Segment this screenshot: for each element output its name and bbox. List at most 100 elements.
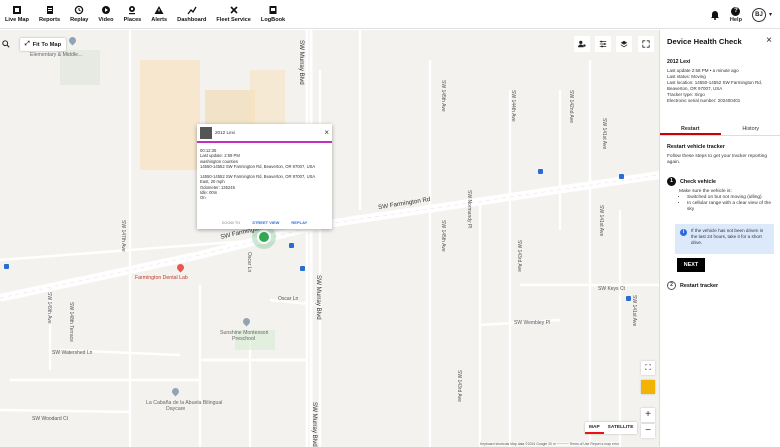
nav-dashboard[interactable]: Dashboard [172, 0, 211, 29]
zoom-out-button[interactable]: − [641, 424, 655, 438]
popup-line: 14550-14552 SW Farmington Rd, Beaverton,… [200, 163, 316, 169]
street-label: SW Murray Blvd [311, 402, 318, 447]
next-button[interactable]: NEXT [677, 258, 705, 272]
live-map-icon [12, 5, 22, 15]
info-notice: i If the vehicle has not been driven in … [675, 224, 774, 254]
nav-replay[interactable]: Replay [65, 0, 93, 29]
street-label: SW Wembley Pl [514, 320, 551, 326]
bus-stop-icon[interactable] [538, 169, 543, 174]
layers-button[interactable] [616, 36, 632, 52]
tab-restart[interactable]: Restart [660, 122, 721, 135]
street-label: Oscar Ln [246, 252, 252, 273]
map-attribution: Keyboard shortcuts Map data ©2024 Google… [480, 442, 620, 446]
nav-fleet-service[interactable]: Fleet Service [211, 0, 256, 29]
fit-icon: ⤢ [25, 41, 30, 47]
search-icon[interactable] [2, 40, 10, 48]
tab-history[interactable]: History [721, 122, 780, 135]
nav-live-map[interactable]: Live Map [0, 0, 34, 29]
bus-stop-icon[interactable] [289, 243, 294, 248]
fullscreen-button[interactable] [638, 36, 654, 52]
help-button[interactable]: ? Help [730, 6, 742, 23]
step-bullet: In cellular range with a clear view of t… [687, 201, 777, 213]
street-label: SW 149th Ave [46, 292, 52, 324]
street-label: SW 145th Ave [440, 80, 446, 112]
map-type-satellite[interactable]: SATELLITE [604, 422, 638, 434]
step-title: Check vehicle [680, 178, 716, 185]
bus-stop-icon[interactable] [4, 264, 9, 269]
pegman-icon[interactable] [641, 380, 655, 394]
nav-label: Video [98, 17, 114, 23]
street-view-button[interactable]: STREET VIEW [252, 220, 279, 225]
fleet-service-icon [229, 5, 239, 15]
fit-to-map-button[interactable]: ⤢ Fit To Map [20, 38, 67, 51]
reports-icon [45, 5, 55, 15]
avatar[interactable]: BJ [751, 7, 766, 22]
filter-button[interactable] [595, 36, 611, 52]
serial-number: Electronic serial number: 202400401 [667, 98, 741, 103]
sliders-icon [599, 40, 607, 48]
street-label: SW Woodard Ct [32, 416, 69, 422]
step-restart-tracker: 2 Restart tracker [667, 281, 718, 290]
street-label: SW Normandy Pl [466, 190, 472, 229]
places-icon [127, 5, 137, 15]
panel-title: Device Health Check [667, 37, 742, 46]
top-nav: Live Map Reports Replay Video Places Ale… [0, 0, 780, 29]
driver-toggle-button[interactable] [574, 36, 590, 52]
chevron-down-icon[interactable]: ▾ [769, 11, 772, 18]
popup-header: 2012 Lexi × [197, 124, 332, 143]
expand-icon [642, 40, 650, 48]
poi-label: Daycare [166, 406, 186, 412]
vehicle-info: Last update 2:58 PM • a minute ago Last … [667, 68, 775, 104]
poi-label: Farmington Dental Lab [135, 275, 188, 281]
step-number: 2 [667, 281, 676, 290]
street-label: SW 148th Terrace [68, 302, 74, 342]
step-check-vehicle: 1 Check vehicle [667, 177, 716, 186]
street-label: SW 142nd Ave [568, 90, 574, 123]
logbook-icon [268, 5, 278, 15]
video-icon [101, 5, 111, 15]
nav-label: Fleet Service [216, 17, 251, 23]
zoom-to-button[interactable]: ZOOM TO [222, 220, 241, 225]
street-label: SW 147th Ave [120, 220, 126, 252]
close-icon[interactable]: × [324, 128, 329, 137]
replay-button[interactable]: REPLAY [291, 220, 307, 225]
street-label: SW Keys Ct [598, 286, 625, 292]
nav-label: Alerts [151, 17, 168, 23]
nav-alerts[interactable]: Alerts [146, 0, 172, 29]
map-type-map[interactable]: MAP [585, 422, 604, 434]
street-label: SW Murray Blvd [298, 40, 305, 85]
vehicle-marker[interactable] [257, 230, 271, 244]
restart-heading: Restart vehicle tracker [667, 144, 725, 150]
top-right-actions: ? Help BJ ▾ [710, 0, 772, 29]
map-area[interactable]: SW Murray Blvd SW Farmington Rd SW Farmi… [0, 30, 659, 447]
bus-stop-icon[interactable] [300, 266, 305, 271]
map-type-toggle: MAP SATELLITE [585, 422, 638, 434]
info-icon: i [680, 229, 687, 236]
popup-line: On [200, 195, 206, 201]
nav-places[interactable]: Places [119, 0, 147, 29]
layers-icon [620, 40, 628, 48]
panel-tabs: Restart History [660, 122, 780, 136]
street-label: SW 141st Ave [598, 205, 604, 237]
nav-reports[interactable]: Reports [34, 0, 65, 29]
nav-video[interactable]: Video [93, 0, 118, 29]
step-instructions: Make sure the vehicle is: Switched on bu… [679, 189, 777, 213]
bus-stop-icon[interactable] [619, 174, 624, 179]
street-label: SW 141st Ave [601, 118, 607, 150]
nav-logbook[interactable]: LogBook [256, 0, 290, 29]
street-label: SW 144th Ave [510, 90, 516, 122]
close-icon[interactable]: × [766, 35, 772, 46]
recenter-button[interactable]: ⛶ [641, 361, 655, 375]
bell-icon[interactable] [710, 10, 720, 20]
vehicle-thumbnail [200, 126, 212, 139]
help-icon: ? [731, 6, 741, 16]
zoom-in-button[interactable]: + [641, 408, 655, 422]
poi-label: Preschool [232, 336, 256, 342]
popup-title: 2012 Lexi [215, 130, 235, 135]
map-roads [0, 30, 659, 447]
bus-stop-icon[interactable] [626, 296, 631, 301]
nav-label: Live Map [5, 17, 29, 23]
vehicle-popup: 2012 Lexi × 00:12:35 Last update: 2:59 P… [197, 124, 332, 229]
nav-label: Dashboard [177, 17, 207, 23]
street-label: SW 141st Ave [631, 295, 637, 327]
